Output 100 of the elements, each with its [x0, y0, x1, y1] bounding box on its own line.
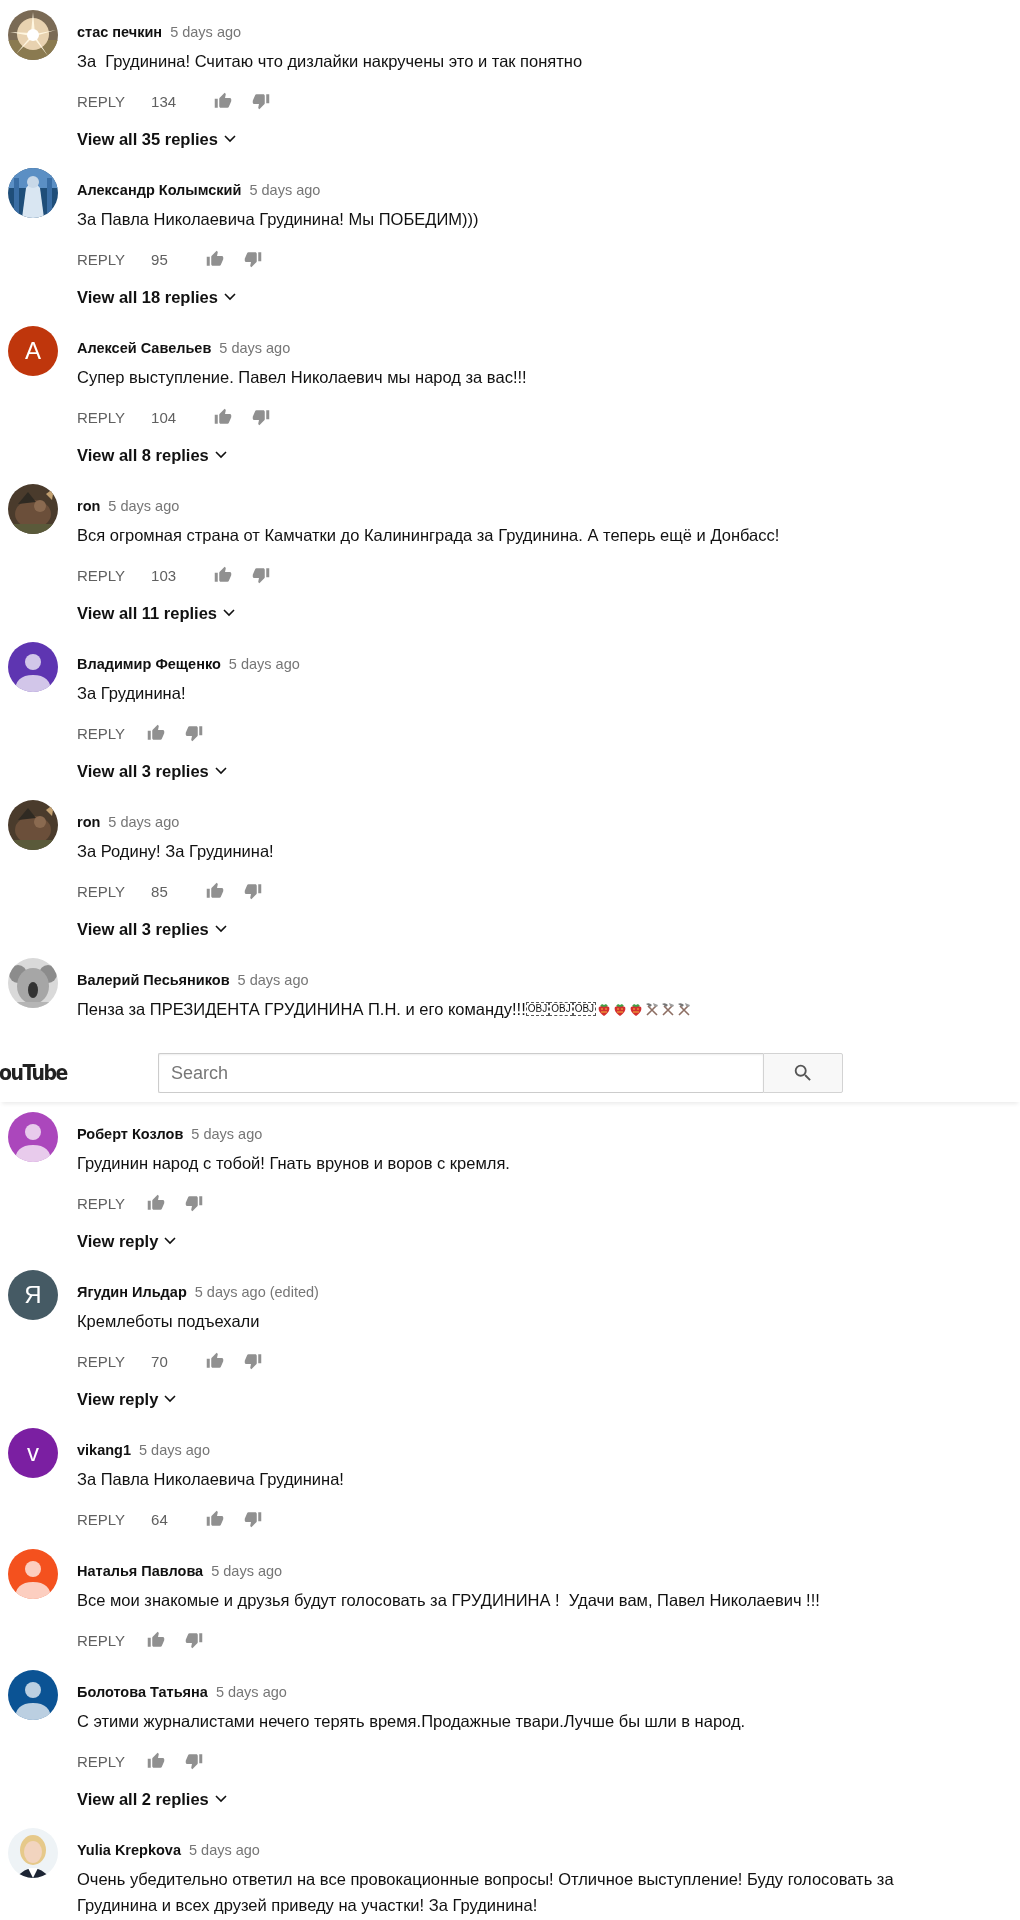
- reply-button[interactable]: REPLY: [77, 724, 126, 742]
- thumbs-up-icon[interactable]: [205, 1352, 224, 1370]
- view-replies-button[interactable]: View all 11 replies: [77, 601, 236, 625]
- timestamp[interactable]: 5 days ago: [219, 340, 291, 356]
- thumbs-up-icon[interactable]: [147, 1631, 166, 1649]
- thumbs-down-icon[interactable]: [243, 882, 262, 900]
- thumbs-down-icon[interactable]: [185, 724, 204, 742]
- logo[interactable]: ouTube: [0, 1061, 158, 1085]
- author-name[interactable]: Болотова Татьяна: [77, 1684, 208, 1700]
- author-name[interactable]: Yulia Krepkova: [77, 1842, 181, 1858]
- timestamp[interactable]: 5 days ago (edited): [194, 1284, 319, 1300]
- timestamp[interactable]: 5 days ago: [191, 1126, 263, 1142]
- view-replies-button[interactable]: View all 18 replies: [77, 285, 236, 309]
- timestamp[interactable]: 5 days ago: [249, 182, 321, 198]
- thumbs-down-icon[interactable]: [185, 1194, 204, 1212]
- reply-button[interactable]: REPLY: [77, 1752, 126, 1770]
- timestamp[interactable]: 5 days ago: [170, 24, 242, 40]
- view-replies-button[interactable]: View reply: [77, 1229, 177, 1253]
- like-count: 70: [151, 1352, 168, 1370]
- reply-button[interactable]: REPLY: [77, 1352, 126, 1370]
- thumbs-down-icon[interactable]: [243, 1352, 262, 1370]
- timestamp[interactable]: 5 days ago: [237, 972, 309, 988]
- author-name[interactable]: vikang1: [77, 1442, 131, 1458]
- thumbs-down-icon[interactable]: [252, 408, 271, 426]
- comment-text: Вся огромная страна от Камчатки до Калининграда за Грудинина. А теперь ещё и Донбасс!: [77, 525, 780, 546]
- timestamp[interactable]: 5 days ago: [215, 1684, 287, 1700]
- view-replies-button[interactable]: View reply: [77, 1387, 177, 1411]
- letter-avatar[interactable]: Я: [8, 1270, 58, 1320]
- thumbs-up-icon[interactable]: [147, 1194, 166, 1212]
- chevron-down-icon: [214, 767, 227, 775]
- silhouette-avatar[interactable]: [8, 642, 58, 692]
- view-replies-button[interactable]: View all 2 replies: [77, 1787, 227, 1811]
- chevron-down-icon: [223, 135, 236, 143]
- thumbs-down-icon[interactable]: [185, 1752, 204, 1770]
- author-name[interactable]: Валерий Песьяников: [77, 972, 230, 988]
- thumbs-down-icon[interactable]: [243, 250, 262, 268]
- thumbs-down-icon[interactable]: [252, 92, 271, 110]
- crossed-tools-icon: [660, 1001, 677, 1017]
- reply-button[interactable]: REPLY: [77, 882, 126, 900]
- timestamp[interactable]: 5 days ago: [228, 656, 300, 672]
- like-count: 64: [151, 1510, 168, 1528]
- object-placeholder-field: OBJ: [549, 1002, 573, 1016]
- search-button[interactable]: [763, 1053, 843, 1093]
- timestamp[interactable]: 5 days ago: [108, 498, 180, 514]
- reply-button[interactable]: REPLY: [77, 1194, 126, 1212]
- timestamp[interactable]: 5 days ago: [139, 1442, 210, 1458]
- view-replies-button[interactable]: View all 8 replies: [77, 443, 227, 467]
- author-name[interactable]: ron: [77, 814, 101, 830]
- crossed-tools-icon: [676, 1001, 693, 1017]
- thumbs-up-icon[interactable]: [214, 92, 233, 110]
- author-name[interactable]: Александр Колымский: [77, 182, 242, 198]
- silhouette-avatar[interactable]: [8, 1670, 58, 1720]
- thumbs-up-icon[interactable]: [205, 882, 224, 900]
- view-replies-button[interactable]: View all 35 replies: [77, 127, 236, 151]
- chevron-down-icon: [164, 1395, 177, 1403]
- reply-button[interactable]: REPLY: [77, 250, 126, 268]
- reply-button[interactable]: REPLY: [77, 408, 126, 426]
- author-name[interactable]: Ягудин Ильдар: [77, 1284, 187, 1300]
- silhouette-avatar[interactable]: [8, 1112, 58, 1162]
- object-placeholder-field: OBJ: [525, 1002, 550, 1016]
- reply-button[interactable]: REPLY: [77, 1510, 126, 1528]
- letter-avatar[interactable]: v: [8, 1428, 58, 1478]
- reply-button[interactable]: REPLY: [77, 566, 126, 584]
- reply-button[interactable]: REPLY: [77, 1631, 126, 1649]
- reply-button[interactable]: REPLY: [77, 92, 126, 110]
- chevron-down-icon: [214, 925, 227, 933]
- author-name[interactable]: ron: [77, 498, 101, 514]
- comment-text: Пенза за ПРЕЗИДЕНТА ГРУДИНИНА П.Н. и его команду!!!: [77, 999, 526, 1020]
- thumbs-up-icon[interactable]: [214, 566, 233, 584]
- like-count: 134: [151, 92, 177, 110]
- chevron-down-icon: [164, 1237, 177, 1245]
- thumbs-down-icon[interactable]: [243, 1510, 262, 1528]
- timestamp[interactable]: 5 days ago: [188, 1842, 260, 1858]
- author-name[interactable]: стас печкин: [77, 24, 163, 40]
- thumbs-up-icon[interactable]: [214, 408, 233, 426]
- thumbs-up-icon[interactable]: [147, 724, 166, 742]
- like-count: 95: [151, 250, 168, 268]
- letter-avatar[interactable]: А: [8, 326, 58, 376]
- like-count: 103: [151, 566, 177, 584]
- author-name[interactable]: Роберт Козлов: [77, 1126, 184, 1142]
- timestamp[interactable]: 5 days ago: [211, 1563, 283, 1579]
- comment-text: С этими журналистами нечего терять время.Продажные твари.Лучше бы шли в народ.: [77, 1711, 746, 1732]
- author-name[interactable]: Алексей Савельев: [77, 340, 212, 356]
- object-placeholder-field: OBJ: [572, 1002, 597, 1016]
- like-count: 104: [151, 408, 177, 426]
- silhouette-avatar[interactable]: [8, 1549, 58, 1599]
- chevron-down-icon: [214, 451, 227, 459]
- view-replies-button[interactable]: View all 3 replies: [77, 759, 227, 783]
- timestamp[interactable]: 5 days ago: [108, 814, 180, 830]
- view-replies-button[interactable]: View all 3 replies: [77, 917, 227, 941]
- thumbs-down-icon[interactable]: [185, 1631, 204, 1649]
- thumbs-up-icon[interactable]: [147, 1752, 166, 1770]
- author-name[interactable]: Владимир Фещенко: [77, 656, 221, 672]
- comment-text: Кремлеботы подъехали: [77, 1311, 260, 1332]
- author-name[interactable]: Наталья Павлова: [77, 1563, 204, 1579]
- thumbs-down-icon[interactable]: [252, 566, 271, 584]
- search-field[interactable]: Search: [158, 1053, 763, 1093]
- comment-text: За Павла Николаевича Грудинина! Мы ПОБЕДИМ))): [77, 209, 479, 230]
- thumbs-up-icon[interactable]: [205, 1510, 224, 1528]
- thumbs-up-icon[interactable]: [205, 250, 224, 268]
